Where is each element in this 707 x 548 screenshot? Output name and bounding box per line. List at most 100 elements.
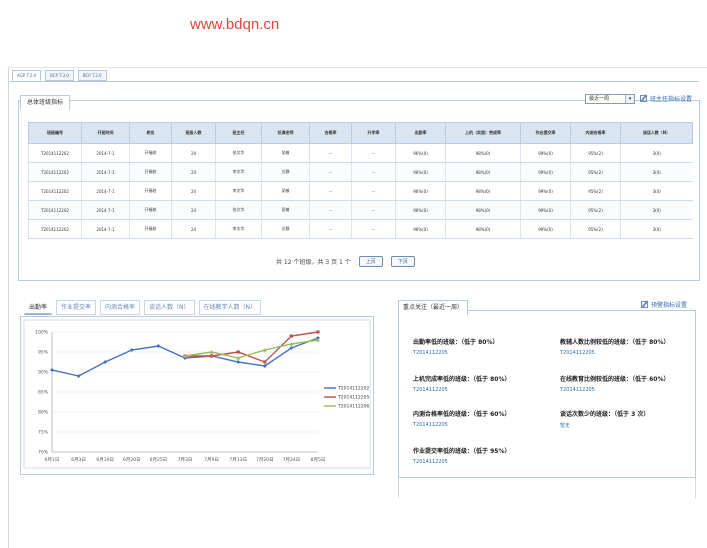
table-cell: 文静 xyxy=(261,162,310,182)
data-point xyxy=(289,334,293,338)
table-row[interactable]: T2014112202 2014-7-1 开福校 24 张文华 吴敏 -- -- 96%(0) 9… xyxy=(28,200,693,220)
table-row[interactable]: T2014112202 2014-7-1 开福校 24 李文华 文静 -- -- 96%(0) 9… xyxy=(28,162,693,182)
top-tab-2[interactable]: BCP T.3.0 xyxy=(45,70,74,81)
period-select[interactable]: 最近一周 ▾ xyxy=(585,94,635,104)
table-cell: 李文华 xyxy=(215,181,262,201)
table-cell: 96%(0) xyxy=(395,219,446,239)
class-table: 班级编号 开班时间 校名 班级人数 班主任 任课老师 合格率 升学率 出勤率 上… xyxy=(28,122,693,239)
prev-page-button[interactable]: 上页 xyxy=(358,256,383,267)
table-cell: 98%(0) xyxy=(445,181,521,201)
x-tick-label: 6月20日 xyxy=(123,457,141,463)
col-header: 作业提交率 xyxy=(520,122,571,144)
alert-item: 作业提交率低的班级：（低于 95%） T2014112205 xyxy=(413,446,510,465)
alert-item: 上机完成率低的班级：（低于 80%） T2014112205 xyxy=(413,374,510,393)
y-tick-label: 85% xyxy=(38,390,49,396)
table-body: T2014112202 2014-7-1 开福校 24 张文华 吴敏 -- -- 96%(0) 9… xyxy=(28,143,693,239)
chart-tab-attendance[interactable]: 出勤率 xyxy=(24,300,53,315)
next-page-button[interactable]: 下页 xyxy=(390,256,415,267)
table-cell: 2014-7-1 xyxy=(81,181,130,201)
top-tab-1[interactable]: AGP T.2.0 xyxy=(12,70,42,81)
table-cell: 开福校 xyxy=(129,219,172,239)
alert-label: 在线教育比例较低的班级：（低于 60%） xyxy=(560,376,670,383)
table-cell: 开福校 xyxy=(129,162,172,182)
table-row[interactable]: T2014112202 2014-7-1 开福校 24 李文华 文静 -- -- 96%(0) 9… xyxy=(28,219,693,239)
table-cell: 3(0) xyxy=(620,219,693,239)
alert-label: 上机完成率低的班级：（低于 80%） xyxy=(413,376,511,383)
y-tick-label: 95% xyxy=(38,350,49,356)
col-header: 谈话人数（N） xyxy=(620,122,693,144)
table-cell: 99%(0) xyxy=(520,219,571,239)
chart-tab-online[interactable]: 在线教学人数（N） xyxy=(198,300,262,315)
data-point xyxy=(316,330,320,334)
table-cell: 24 xyxy=(171,181,216,201)
table-cell: 文静 xyxy=(261,219,310,239)
alert-class-link[interactable]: T2014112205 xyxy=(413,350,498,356)
table-cell: 98%(0) xyxy=(445,162,521,182)
x-tick-label: 6月3日 xyxy=(71,457,86,463)
alert-item: 教辅人数比例较低的班级：（低于 80%） T2014112205 xyxy=(560,337,669,356)
x-tick-label: 6月10日 xyxy=(96,457,114,463)
alert-label: 作业提交率低的班级：（低于 95%） xyxy=(413,448,511,455)
legend-label: T2014112206 xyxy=(337,404,370,410)
alert-class-link[interactable]: T2014112205 xyxy=(560,387,669,393)
alert-class-link[interactable]: 暂无 xyxy=(560,422,649,429)
y-tick-label: 80% xyxy=(38,410,49,416)
pager: 共 12 个班级，共 3 页 1 个 上页 下页 xyxy=(276,256,415,267)
table-cell: 95%(2) xyxy=(570,181,621,201)
data-point xyxy=(236,350,240,354)
table-cell: 3(0) xyxy=(620,143,693,163)
table-cell: T2014112202 xyxy=(28,200,82,220)
tab-divider xyxy=(10,81,699,82)
table-cell: 3(0) xyxy=(620,162,693,182)
table-row[interactable]: T2014112202 2014-7-1 开福校 24 李文华 吴敏 -- -- 96%(0) 9… xyxy=(28,181,693,201)
alert-panel-footer xyxy=(398,478,696,498)
alert-class-link[interactable]: T2014112205 xyxy=(413,459,510,465)
legend-label: T2014112205 xyxy=(337,395,370,401)
chart-tab-talks[interactable]: 谈话人数（N） xyxy=(144,300,195,315)
table-cell: 3(0) xyxy=(620,181,693,201)
x-tick-label: 8月5日 xyxy=(311,457,326,463)
x-tick-label: 6月25日 xyxy=(150,457,168,463)
table-row[interactable]: T2014112202 2014-7-1 开福校 24 张文华 吴敏 -- -- 96%(0) 9… xyxy=(28,143,693,163)
y-tick-label: 70% xyxy=(38,450,49,456)
y-tick-label: 90% xyxy=(38,370,49,376)
chart-tab-exam[interactable]: 内测合格率 xyxy=(100,300,141,315)
y-tick-label: 75% xyxy=(38,430,49,436)
alert-class-link[interactable]: T2014112205 xyxy=(413,387,510,393)
alert-item: 谈话次数少的班级：（低于 3 次） 暂无 xyxy=(560,409,649,429)
table-cell: 96%(0) xyxy=(395,181,446,201)
col-header: 开班时间 xyxy=(81,122,130,144)
col-header: 班级编号 xyxy=(28,122,82,144)
top-tab-3[interactable]: BCP T.3.0 xyxy=(77,70,107,81)
table-cell: 96%(0) xyxy=(395,162,446,182)
table-cell: 99%(0) xyxy=(520,143,571,163)
table-cell: 98%(0) xyxy=(445,143,521,163)
table-cell: 98%(0) xyxy=(445,219,521,239)
period-select-value: 最近一周 xyxy=(589,96,610,102)
warning-settings-link[interactable]: 预警指标设置 xyxy=(641,300,687,309)
table-cell: -- xyxy=(309,143,352,163)
x-tick-label: 7月24日 xyxy=(283,457,301,463)
alert-item: 内测合格率低的班级：（低于 60%） T2014112205 xyxy=(413,409,510,428)
teacher-settings-label: 班主任指标设置 xyxy=(650,96,693,103)
pager-summary: 共 12 个班级，共 3 页 1 个 xyxy=(276,259,351,266)
table-cell: 96%(0) xyxy=(395,143,446,163)
table-cell: -- xyxy=(351,143,396,163)
alert-class-link[interactable]: T2014112205 xyxy=(560,350,669,356)
table-cell: -- xyxy=(351,181,396,201)
x-tick-label: 7月13日 xyxy=(229,457,247,463)
chart-tab-homework[interactable]: 作业提交率 xyxy=(56,300,97,315)
alert-class-link[interactable]: T2014112205 xyxy=(413,422,510,428)
alert-label: 谈话次数少的班级：（低于 3 次） xyxy=(560,411,650,418)
col-header: 上机（实验）完成率 xyxy=(445,122,521,144)
table-cell: 24 xyxy=(171,200,216,220)
table-cell: 张文华 xyxy=(215,200,262,220)
y-tick-label: 100% xyxy=(35,330,49,336)
teacher-settings-link[interactable]: 班主任指标设置 xyxy=(640,94,692,103)
top-tab-bar: AGP T.2.0 BCP T.3.0 BCP T.3.0 xyxy=(12,70,107,81)
table-cell: -- xyxy=(309,181,352,201)
table-cell: -- xyxy=(351,162,396,182)
table-cell: 吴敏 xyxy=(261,200,310,220)
table-cell: -- xyxy=(309,219,352,239)
col-header: 任课老师 xyxy=(261,122,310,144)
